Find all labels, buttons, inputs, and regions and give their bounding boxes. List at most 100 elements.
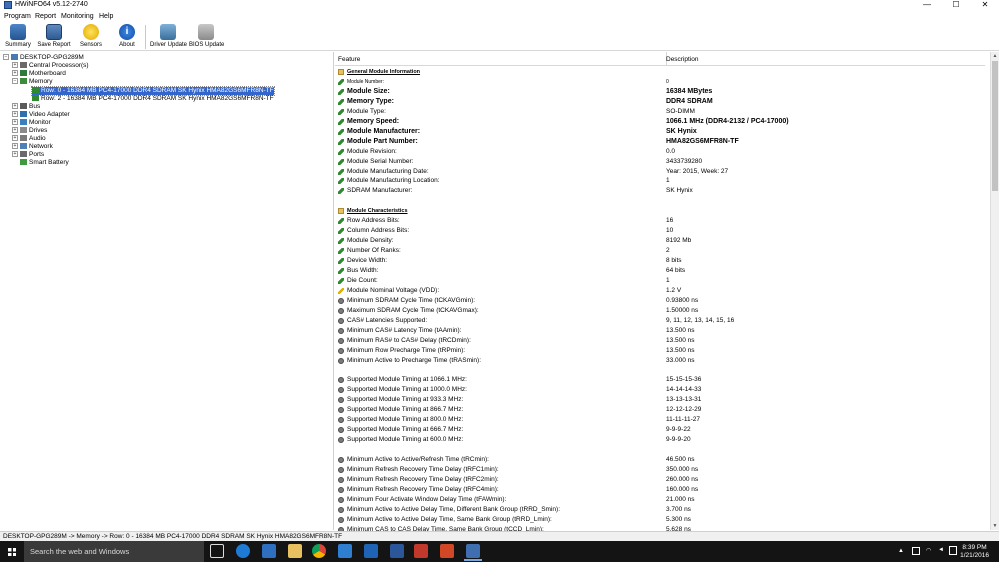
scroll-thumb[interactable] [992,61,998,191]
wifi-icon[interactable]: ◠ [926,547,931,568]
detail-row[interactable]: CAS# Latencies Supported: 9, 11, 12, 13, … [338,316,983,326]
detail-row[interactable]: Module Nominal Voltage (VDD): 1.2 V [338,286,983,296]
column-header-feature[interactable]: Feature [338,54,360,65]
detail-row[interactable]: Minimum Row Precharge Time (tRPmin): 13.5… [338,346,983,356]
tree-item-memory-row-2[interactable]: Row: 2 - 16384 MB PC4-17000 DDR4 SDRAM S… [32,95,274,103]
expand-icon[interactable]: + [12,103,18,110]
detail-row[interactable]: Memory Speed: 1066.1 MHz (DDR4-2132 / PC4… [338,117,983,127]
maximize-button[interactable]: ☐ [944,0,968,11]
expand-icon[interactable]: + [12,119,18,126]
detail-row[interactable]: Supported Module Timing at 800.0 MHz: 11-… [338,415,983,425]
detail-row[interactable]: Device Width: 8 bits [338,256,983,266]
sensors-button[interactable]: Sensors [78,24,104,51]
detail-row[interactable]: Row Address Bits: 16 [338,216,983,226]
tree-item-memory-row-0[interactable]: Row: 0 - 16384 MB PC4-17000 DDR4 SDRAM S… [31,86,275,96]
tray-chevron-icon[interactable]: ▲ [898,548,904,569]
detail-row[interactable]: Maximum SDRAM Cycle Time (tCKAVGmax): 1.5… [338,306,983,316]
detail-row[interactable]: Module Type: SO-DIMM [338,107,983,117]
vertical-scrollbar[interactable]: ▲ ▼ [990,52,999,530]
tree-item-motherboard[interactable]: + Motherboard [12,70,66,78]
menu-program[interactable]: Program [4,13,31,20]
detail-row[interactable]: Memory Type: DDR4 SDRAM [338,97,983,107]
detail-row[interactable]: Number Of Ranks: 2 [338,246,983,256]
expand-icon[interactable]: + [12,135,18,142]
detail-row[interactable]: Minimum Active to Active/Refresh Time (t… [338,455,983,465]
detail-row[interactable]: Module Number: 0 [338,77,983,87]
detail-row[interactable]: Supported Module Timing at 933.3 MHz: 13-… [338,395,983,405]
edge-icon[interactable] [236,544,250,558]
detail-row[interactable]: Minimum Active to Active Delay Time, Sam… [338,515,983,525]
detail-row[interactable]: Bus Width: 64 bits [338,266,983,276]
expand-icon[interactable]: + [12,111,18,118]
tree-item-audio[interactable]: + Audio [12,135,46,143]
tree-item-smart-battery[interactable]: Smart Battery [20,159,69,167]
app-red-icon[interactable] [414,544,428,558]
detail-row[interactable]: Module Manufacturing Date: Year: 2015, We… [338,167,983,177]
detail-row[interactable]: Supported Module Timing at 866.7 MHz: 12-… [338,405,983,415]
detail-row[interactable]: Module Manufacturing Location: 1 [338,176,983,186]
column-header-description[interactable]: Description [666,54,699,65]
detail-row[interactable]: Minimum RAS# to CAS# Delay (tRCDmin): 13.… [338,336,983,346]
detail-row[interactable]: Minimum Refresh Recovery Time Delay (tRF… [338,465,983,475]
tree-item-ports[interactable]: + Ports [12,151,44,159]
detail-row[interactable]: SDRAM Manufacturer: SK Hynix [338,186,983,196]
chrome-icon[interactable] [312,544,326,558]
about-button[interactable]: i About [114,24,140,51]
expand-icon[interactable]: + [12,127,18,134]
detail-row[interactable]: Column Address Bits: 10 [338,226,983,236]
menu-help[interactable]: Help [99,13,113,20]
detail-row[interactable]: Die Count: 1 [338,276,983,286]
menu-monitoring[interactable]: Monitoring [61,13,94,20]
outlook-icon[interactable] [364,544,378,558]
start-button[interactable] [0,541,24,562]
detail-row[interactable]: Module Revision: 0.0 [338,147,983,157]
detail-row[interactable]: Minimum Active to Precharge Time (tRASmi… [338,356,983,366]
section-header[interactable]: Module Characteristics [338,206,983,216]
detail-row[interactable]: Minimum Four Activate Window Delay Time … [338,495,983,505]
detail-row[interactable]: Minimum CAS# Latency Time (tAAmin): 13.50… [338,326,983,336]
detail-row[interactable]: Minimum Active to Active Delay Time, Dif… [338,505,983,515]
volume-icon[interactable]: ◄ [938,547,944,568]
scroll-up-icon[interactable]: ▲ [991,52,999,60]
powerpoint-icon[interactable] [440,544,454,558]
word-icon[interactable] [390,544,404,558]
task-view-icon[interactable] [210,544,224,558]
app-blue-icon[interactable] [338,544,352,558]
collapse-icon[interactable]: − [3,54,9,61]
tree-item-video-adapter[interactable]: + Video Adapter [12,111,70,119]
store-icon[interactable] [262,544,276,558]
summary-button[interactable]: Summary [4,24,32,51]
battery-tray-icon[interactable] [912,547,920,555]
tree-item-bus[interactable]: + Bus [12,103,40,111]
detail-row[interactable]: Minimum SDRAM Cycle Time (tCKAVGmin): 0.9… [338,296,983,306]
close-button[interactable]: ✕ [973,0,997,11]
bios-update-button[interactable]: BIOS Update [189,24,224,51]
collapse-icon[interactable]: − [12,78,18,85]
detail-row[interactable]: Supported Module Timing at 666.7 MHz: 9-9… [338,425,983,435]
tree-item-cpu[interactable]: + Central Processor(s) [12,62,89,70]
file-explorer-icon[interactable] [288,544,302,558]
tree-item-network[interactable]: + Network [12,143,53,151]
detail-row[interactable]: Module Size: 16384 MBytes [338,87,983,97]
minimize-button[interactable]: — [915,0,939,11]
detail-row[interactable]: Supported Module Timing at 1066.1 MHz: 15… [338,375,983,385]
detail-row[interactable]: Module Density: 8192 Mb [338,236,983,246]
detail-row[interactable]: Supported Module Timing at 600.0 MHz: 9-9… [338,435,983,445]
taskbar-search-input[interactable]: Search the web and Windows [24,541,204,562]
tree-item-monitor[interactable]: + Monitor [12,119,51,127]
detail-row[interactable]: Module Part Number: HMA82GS6MFR8N-TF [338,137,983,147]
detail-row[interactable]: Supported Module Timing at 1000.0 MHz: 14… [338,385,983,395]
detail-row[interactable]: Module Manufacturer: SK Hynix [338,127,983,137]
scroll-down-icon[interactable]: ▼ [991,522,999,530]
detail-row[interactable]: Minimum Refresh Recovery Time Delay (tRF… [338,485,983,495]
action-center-icon[interactable] [949,546,957,555]
expand-icon[interactable]: + [12,70,18,77]
expand-icon[interactable]: + [12,143,18,150]
taskbar-clock[interactable]: 8:39 PM 1/21/2016 [960,544,989,560]
expand-icon[interactable]: + [12,151,18,158]
save-report-button[interactable]: Save Report [37,24,71,51]
detail-row[interactable]: Minimum Refresh Recovery Time Delay (tRF… [338,475,983,485]
driver-update-button[interactable]: Driver Update [150,24,187,51]
tree-root[interactable]: − DESKTOP-GPG289M [3,54,84,62]
tree-item-memory[interactable]: − Memory [12,78,52,86]
